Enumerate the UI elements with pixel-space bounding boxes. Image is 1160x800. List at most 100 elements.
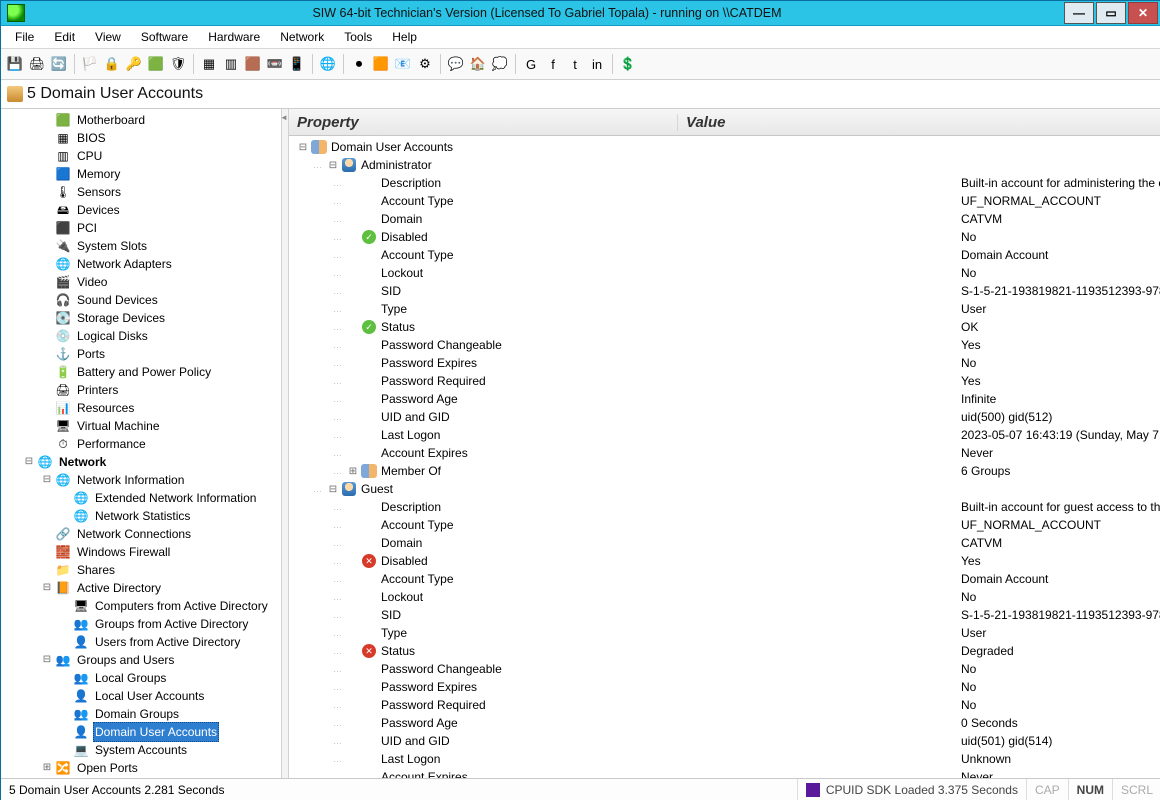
tree-item[interactable]: 📁Shares [1,561,281,579]
tree-item[interactable]: 🔌System Slots [1,237,281,255]
detail-row[interactable]: …UID and GIDuid(501) gid(514) [289,732,1160,750]
detail-row[interactable]: …Account TypeDomain Account [289,246,1160,264]
menu-help[interactable]: Help [382,28,427,46]
toolbar-button[interactable]: 🖨 [27,54,47,74]
detail-row[interactable]: …✓DisabledNo [289,228,1160,246]
detail-row[interactable]: …DomainCATVM [289,534,1160,552]
detail-row[interactable]: …Password Age0 Seconds [289,714,1160,732]
tree-toggle[interactable]: ⊟ [23,453,35,471]
toolbar-button[interactable]: in [587,54,607,74]
detail-row[interactable]: …SIDS-1-5-21-193819821-1193512393-978025… [289,606,1160,624]
tree-item[interactable]: 👥Groups from Active Directory [1,615,281,633]
detail-row[interactable]: …Password RequiredNo [289,696,1160,714]
menu-file[interactable]: File [5,28,44,46]
maximize-button[interactable]: ▭ [1096,2,1126,24]
menu-view[interactable]: View [85,28,131,46]
detail-toggle[interactable]: ⊟ [297,142,309,153]
tree-item[interactable]: 🟦Memory [1,165,281,183]
tree-item[interactable]: 🖴Devices [1,201,281,219]
detail-row[interactable]: …Password ChangeableYes [289,336,1160,354]
menu-software[interactable]: Software [131,28,198,46]
tree-item[interactable]: ⊞🔀Open Ports [1,759,281,777]
toolbar-button[interactable]: 📱 [287,54,307,74]
col-property[interactable]: Property [289,114,678,131]
detail-row[interactable]: …TypeUser [289,300,1160,318]
tree-item[interactable]: 🖨Printers [1,381,281,399]
tree-item[interactable]: 👥Local Groups [1,669,281,687]
toolbar-button[interactable]: f [543,54,563,74]
minimize-button[interactable]: — [1064,2,1094,24]
tree-item[interactable]: 👥Domain Groups [1,705,281,723]
detail-row[interactable]: …⊟Guest [289,480,1160,498]
tree-item[interactable]: 🧱Windows Firewall [1,543,281,561]
tree-toggle[interactable]: ⊞ [41,759,53,777]
toolbar-button[interactable]: 🛡 [168,54,188,74]
menu-hardware[interactable]: Hardware [198,28,270,46]
detail-row[interactable]: …Account ExpiresNever [289,444,1160,462]
detail-row[interactable]: …Password ExpiresNo [289,678,1160,696]
tree-item[interactable]: ⚓Ports [1,345,281,363]
tree-item[interactable]: ⏱Performance [1,435,281,453]
toolbar-button[interactable]: 🌐 [318,54,338,74]
tree-item[interactable]: ⊟🌐Network [1,453,281,471]
toolbar-button[interactable]: 🟧 [371,54,391,74]
detail-row[interactable]: …Account TypeUF_NORMAL_ACCOUNT [289,192,1160,210]
detail-row[interactable]: …Password ChangeableNo [289,660,1160,678]
toolbar-button[interactable]: 💭 [490,54,510,74]
tree-item[interactable]: 🌐Extended Network Information [1,489,281,507]
tree-item[interactable]: ⊟👥Groups and Users [1,651,281,669]
toolbar-button[interactable]: 💾 [5,54,25,74]
toolbar-button[interactable]: 📧 [393,54,413,74]
menu-tools[interactable]: Tools [334,28,382,46]
detail-row[interactable]: …DescriptionBuilt-in account for guest a… [289,498,1160,516]
toolbar-button[interactable]: 💲 [618,54,638,74]
tree-toggle[interactable]: ⊟ [41,579,53,597]
detail-row[interactable]: …LockoutNo [289,264,1160,282]
tree-item[interactable]: 💻System Accounts [1,741,281,759]
tree-item[interactable]: 💿Logical Disks [1,327,281,345]
detail-row[interactable]: …DescriptionBuilt-in account for adminis… [289,174,1160,192]
detail-toggle[interactable]: ⊟ [327,484,339,495]
detail-toggle[interactable]: ⊞ [347,466,359,477]
detail-toggle[interactable]: ⊟ [327,160,339,171]
tree-item[interactable]: 🎬Video [1,273,281,291]
toolbar-button[interactable]: ▥ [221,54,241,74]
tree-toggle[interactable]: ⊟ [41,651,53,669]
detail-row[interactable]: ⊟Domain User Accounts [289,138,1160,156]
detail-row[interactable]: …LockoutNo [289,588,1160,606]
toolbar-button[interactable]: 🟫 [243,54,263,74]
detail-row[interactable]: …Password RequiredYes [289,372,1160,390]
toolbar-button[interactable]: ⚙ [415,54,435,74]
tree-item[interactable]: ⊟🌐Network Information [1,471,281,489]
detail-row[interactable]: …Password AgeInfinite [289,390,1160,408]
close-button[interactable]: ✕ [1128,2,1158,24]
tree-item[interactable]: 🔋Battery and Power Policy [1,363,281,381]
toolbar-button[interactable]: 🏳️ [80,54,100,74]
detail-row[interactable]: …✕DisabledYes [289,552,1160,570]
menu-edit[interactable]: Edit [44,28,85,46]
detail-row[interactable]: …Account TypeUF_NORMAL_ACCOUNT [289,516,1160,534]
tree-toggle[interactable]: ⊟ [41,471,53,489]
tree-item[interactable]: 🔗Network Connections [1,525,281,543]
tree-item[interactable]: 👤Local User Accounts [1,687,281,705]
toolbar-button[interactable]: G [521,54,541,74]
toolbar-button[interactable]: ▦ [199,54,219,74]
toolbar-button[interactable]: 🔄 [49,54,69,74]
detail-row[interactable]: …Account TypeDomain Account [289,570,1160,588]
tree-item[interactable]: 🌐Network Statistics [1,507,281,525]
toolbar-button[interactable]: 🔑 [124,54,144,74]
col-value[interactable]: Value [678,114,1160,131]
detail-row[interactable]: …Last Logon2023-05-07 16:43:19 (Sunday, … [289,426,1160,444]
detail-row[interactable]: …Account ExpiresNever [289,768,1160,778]
toolbar-button[interactable]: 💬 [446,54,466,74]
tree-item[interactable]: 👤Users from Active Directory [1,633,281,651]
tree-item[interactable]: ▥CPU [1,147,281,165]
tree-item[interactable]: 🖥Computers from Active Directory [1,597,281,615]
detail-scroll[interactable]: ⊟Domain User Accounts…⊟Administrator…Des… [289,136,1160,778]
toolbar-button[interactable]: 🏠 [468,54,488,74]
tree-item[interactable]: 📊Resources [1,399,281,417]
tree-item[interactable]: 🖥Virtual Machine [1,417,281,435]
tree-item[interactable]: 🟩Motherboard [1,111,281,129]
tree-item[interactable]: 🌡Sensors [1,183,281,201]
splitter[interactable] [282,109,289,778]
